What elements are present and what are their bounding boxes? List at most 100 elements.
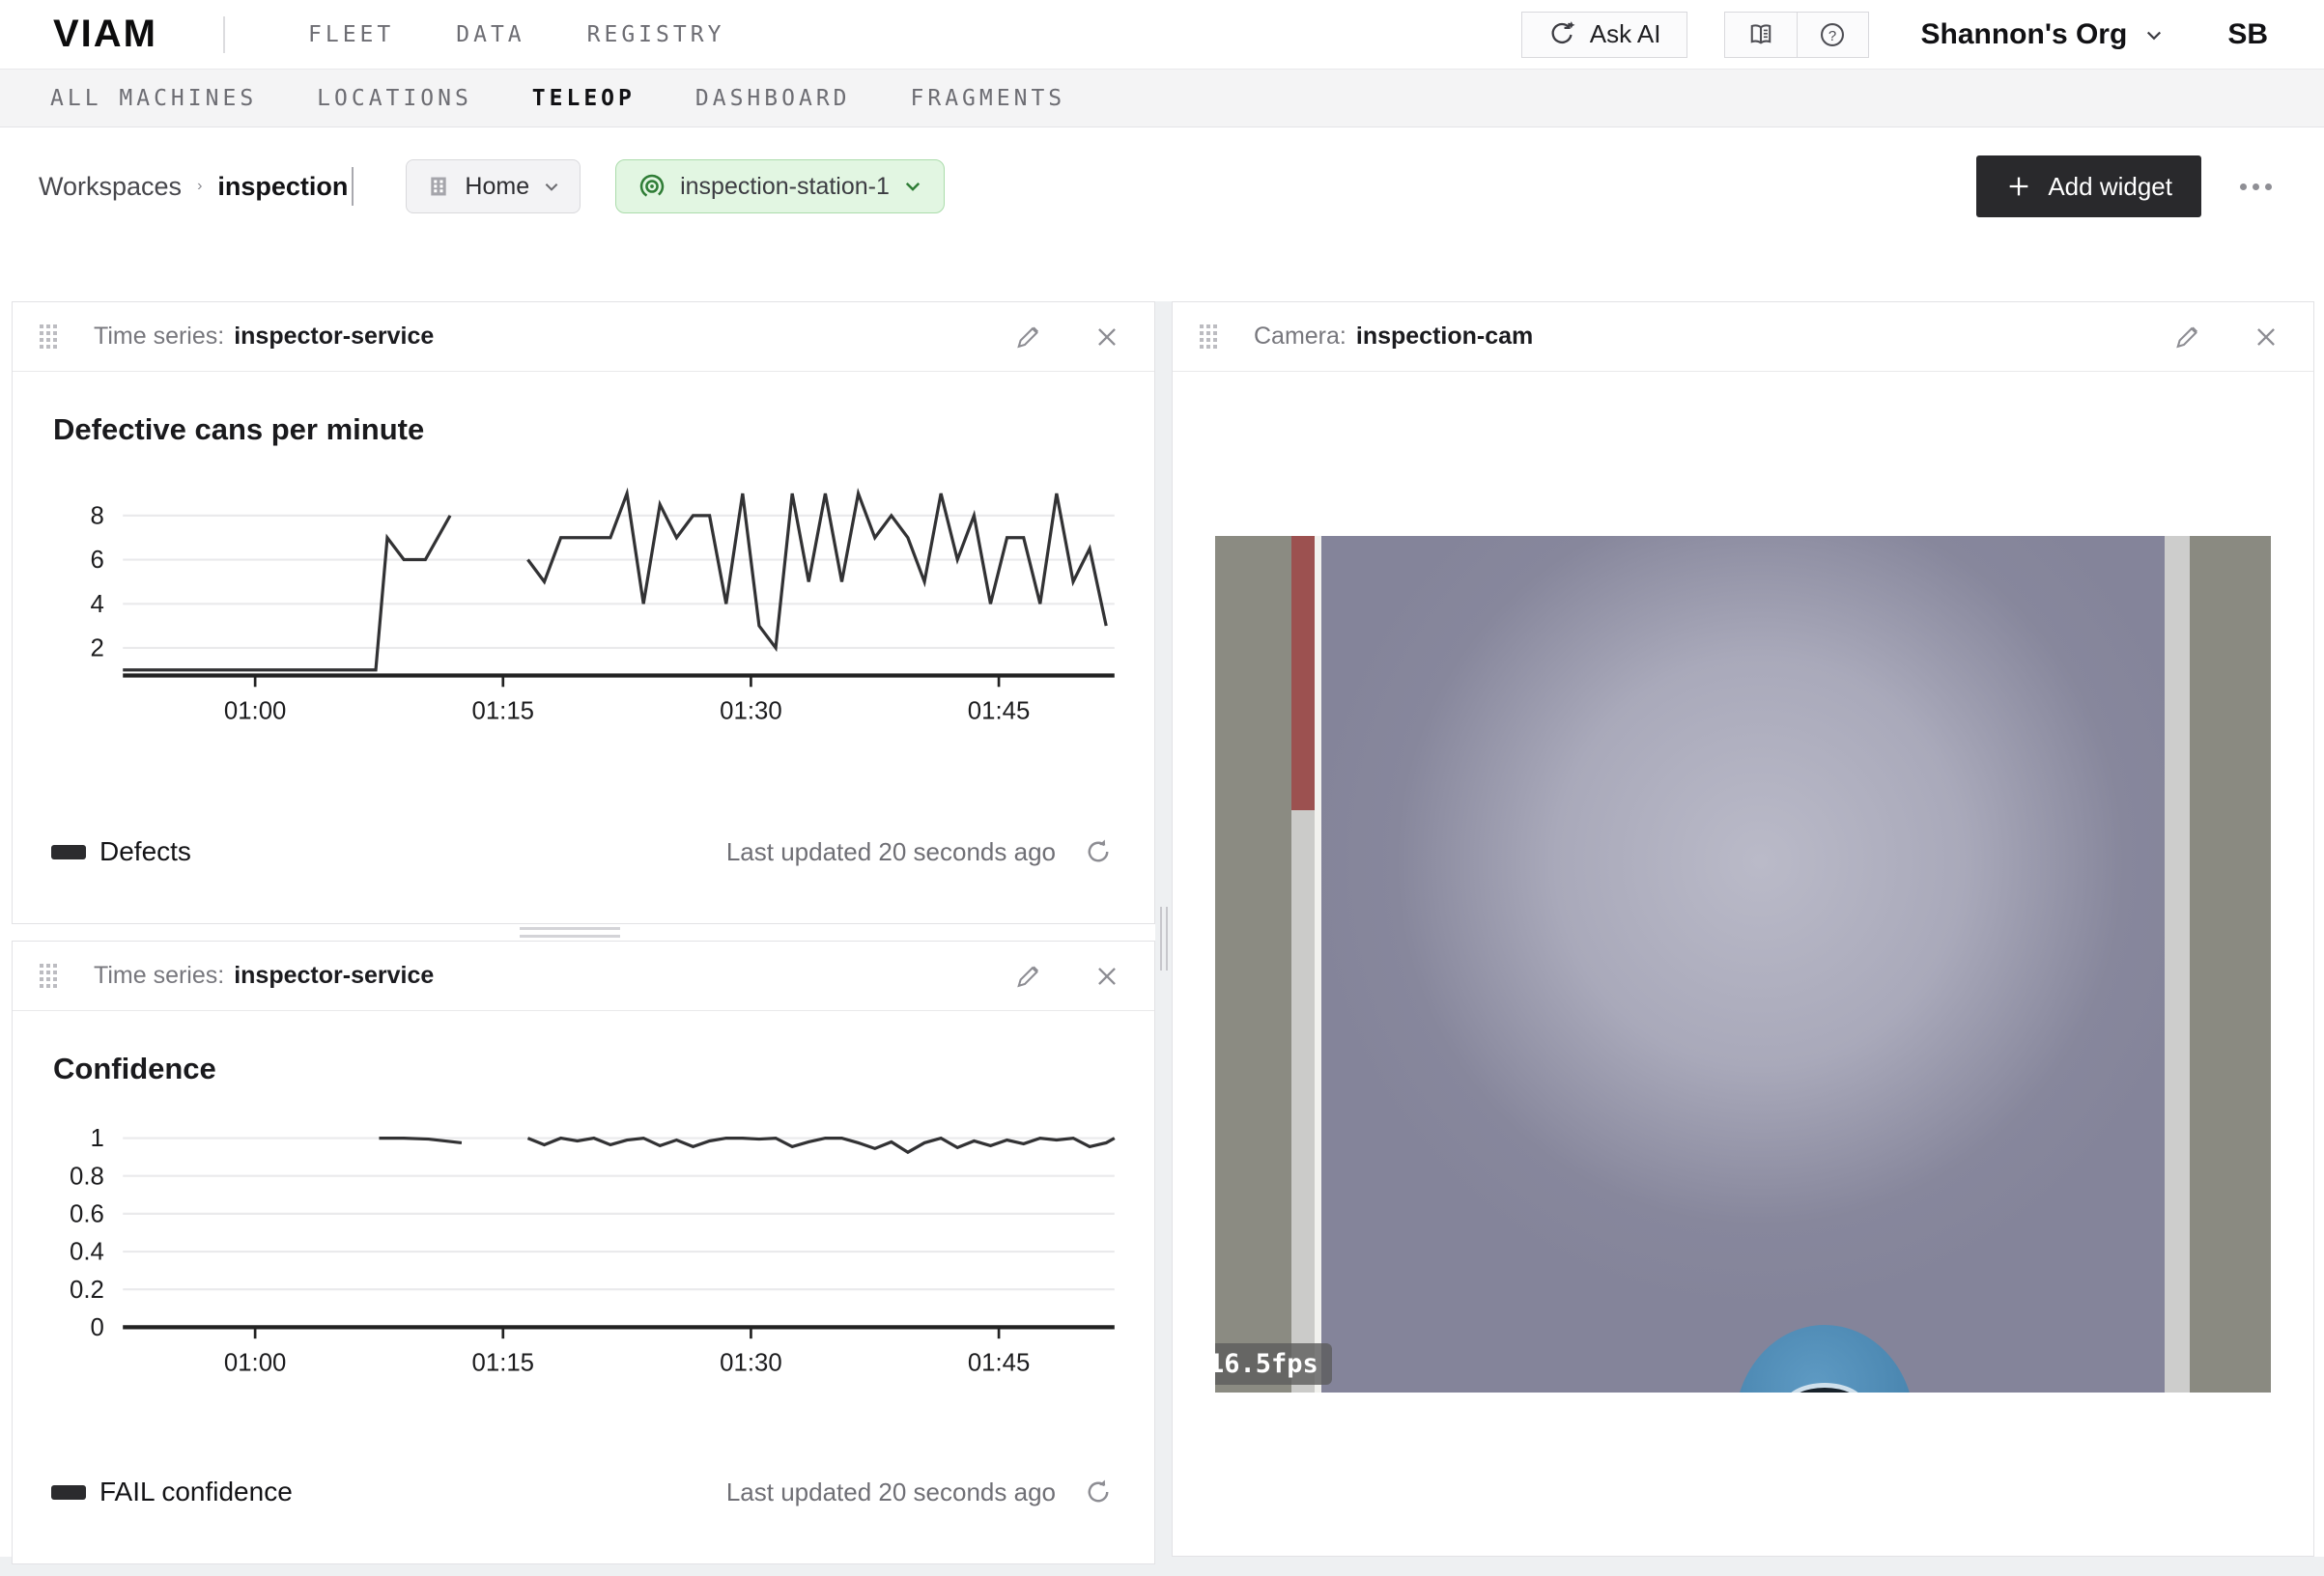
add-widget-label: Add widget (2048, 172, 2172, 202)
machine-target-icon (638, 172, 666, 201)
widget-type-label: Camera: (1254, 323, 1346, 351)
last-updated-text: Last updated 20 seconds ago (726, 837, 1056, 867)
app-header: VIAM FLEET DATA REGISTRY Ask AI (0, 0, 2324, 70)
column-resize-handle[interactable] (1155, 301, 1172, 1576)
widget-resource-name: inspection-cam (1356, 323, 1533, 351)
svg-text:6: 6 (91, 547, 104, 574)
white-guide-strip (1315, 536, 1321, 1393)
widget-type-label: Time series: (94, 323, 224, 351)
row-resize-handle[interactable] (520, 925, 620, 939)
can-top (1735, 1325, 1914, 1393)
viam-logo: VIAM (53, 13, 157, 56)
svg-text:01:45: 01:45 (968, 698, 1030, 725)
legend-swatch (51, 1485, 86, 1500)
tab-dashboard[interactable]: DASHBOARD (695, 86, 851, 111)
nav-item-data[interactable]: DATA (456, 22, 524, 47)
header-divider (223, 16, 225, 53)
more-menu-button[interactable] (2230, 174, 2281, 200)
widget-body: Defective cans per minute 246801:0001:15… (13, 372, 1154, 923)
widget-body: Confidence 00.20.40.60.8101:0001:1501:30… (13, 1011, 1154, 1563)
edit-widget-button[interactable] (2168, 319, 2205, 355)
location-dropdown[interactable]: Home (406, 159, 581, 213)
breadcrumb-separator: › (197, 178, 202, 195)
ask-ai-button[interactable]: Ask AI (1521, 12, 1687, 58)
drag-handle-icon[interactable] (40, 324, 57, 349)
tab-all-machines[interactable]: ALL MACHINES (50, 86, 257, 111)
legend-swatch (51, 845, 86, 859)
conveyor-edge-right (2190, 536, 2271, 1393)
location-label: Home (465, 173, 529, 201)
svg-text:01:45: 01:45 (968, 1349, 1030, 1376)
drag-handle-icon[interactable] (40, 964, 57, 988)
camera-widget: Camera: inspection-cam (1172, 301, 2314, 1557)
book-icon (1746, 20, 1775, 49)
tab-fragments[interactable]: FRAGMENTS (911, 86, 1066, 111)
teleop-page: VIAM FLEET DATA REGISTRY Ask AI (0, 0, 2324, 1576)
white-guide-strip-right (2165, 536, 2190, 1393)
ask-ai-sparkle-icon (1547, 20, 1576, 49)
help-icon-group: ? (1724, 12, 1869, 58)
chart-title: Confidence (53, 1052, 1131, 1086)
add-widget-button[interactable]: Add widget (1976, 155, 2201, 217)
building-icon (426, 174, 451, 199)
chart-title: Defective cans per minute (53, 412, 1131, 447)
main-nav: FLEET DATA REGISTRY (308, 22, 724, 47)
last-updated-text: Last updated 20 seconds ago (726, 1478, 1056, 1507)
fps-badge: 16.5fps (1215, 1343, 1332, 1385)
legend-label: Defects (99, 836, 191, 867)
question-icon: ? (1818, 20, 1847, 49)
refresh-button[interactable] (1081, 1475, 1116, 1509)
edit-widget-button[interactable] (1009, 319, 1046, 355)
nav-item-fleet[interactable]: FLEET (308, 22, 394, 47)
tab-teleop[interactable]: TELEOP (532, 86, 636, 111)
svg-text:01:15: 01:15 (472, 698, 534, 725)
legend-label: FAIL confidence (99, 1477, 293, 1507)
drag-handle-icon[interactable] (1200, 324, 1217, 349)
header-right: Ask AI ? (1521, 12, 2268, 58)
svg-text:2: 2 (91, 634, 104, 661)
machine-selector[interactable]: inspection-station-1 (615, 159, 945, 213)
defects-chart: 246801:0001:1501:3001:45 (36, 472, 1131, 731)
svg-text:01:30: 01:30 (720, 698, 781, 725)
svg-text:0.4: 0.4 (70, 1239, 104, 1266)
plus-icon (2005, 173, 2032, 200)
svg-text:1: 1 (91, 1125, 104, 1152)
chevron-down-icon (543, 178, 560, 195)
breadcrumb-workspaces[interactable]: Workspaces (39, 172, 182, 202)
close-widget-button[interactable] (2248, 319, 2284, 355)
close-widget-button[interactable] (1089, 319, 1125, 355)
svg-text:0.2: 0.2 (70, 1277, 104, 1304)
widget-resource-name: inspector-service (234, 962, 434, 990)
tab-locations[interactable]: LOCATIONS (317, 86, 472, 111)
red-marker-strip (1291, 536, 1315, 1393)
chevron-down-icon (903, 177, 922, 196)
workspace-toolbar: Workspaces › inspection Home (0, 127, 2324, 245)
org-switcher[interactable]: Shannon's Org (1921, 18, 2165, 51)
workspace-title-input[interactable]: inspection (217, 172, 348, 202)
text-cursor (352, 167, 354, 206)
legend-row: FAIL confidence Last updated 20 seconds … (36, 1475, 1131, 1534)
help-button[interactable]: ? (1797, 13, 1868, 57)
svg-text:0.8: 0.8 (70, 1163, 104, 1190)
camera-stream: 16.5fps (1215, 536, 2271, 1393)
chevron-down-icon (2144, 25, 2164, 44)
widget-type-label: Time series: (94, 962, 224, 990)
edit-widget-button[interactable] (1009, 958, 1046, 995)
nav-item-registry[interactable]: REGISTRY (587, 22, 725, 47)
svg-text:01:00: 01:00 (224, 698, 286, 725)
docs-button[interactable] (1725, 13, 1797, 57)
widget-body: 16.5fps (1173, 372, 2313, 1556)
svg-text:0.6: 0.6 (70, 1200, 104, 1227)
widget-header: Time series: inspector-service (13, 302, 1154, 372)
refresh-button[interactable] (1081, 834, 1116, 869)
avatar[interactable]: SB (2227, 18, 2268, 51)
widget-header: Time series: inspector-service (13, 942, 1154, 1011)
legend-row: Defects Last updated 20 seconds ago (36, 834, 1131, 894)
close-widget-button[interactable] (1089, 958, 1125, 995)
svg-text:01:15: 01:15 (472, 1349, 534, 1376)
fleet-tabbar: ALL MACHINES LOCATIONS TELEOP DASHBOARD … (0, 70, 2324, 127)
can-opening (1784, 1383, 1865, 1393)
svg-text:01:30: 01:30 (720, 1349, 781, 1376)
machine-name: inspection-station-1 (680, 173, 890, 201)
svg-text:01:00: 01:00 (224, 1349, 286, 1376)
